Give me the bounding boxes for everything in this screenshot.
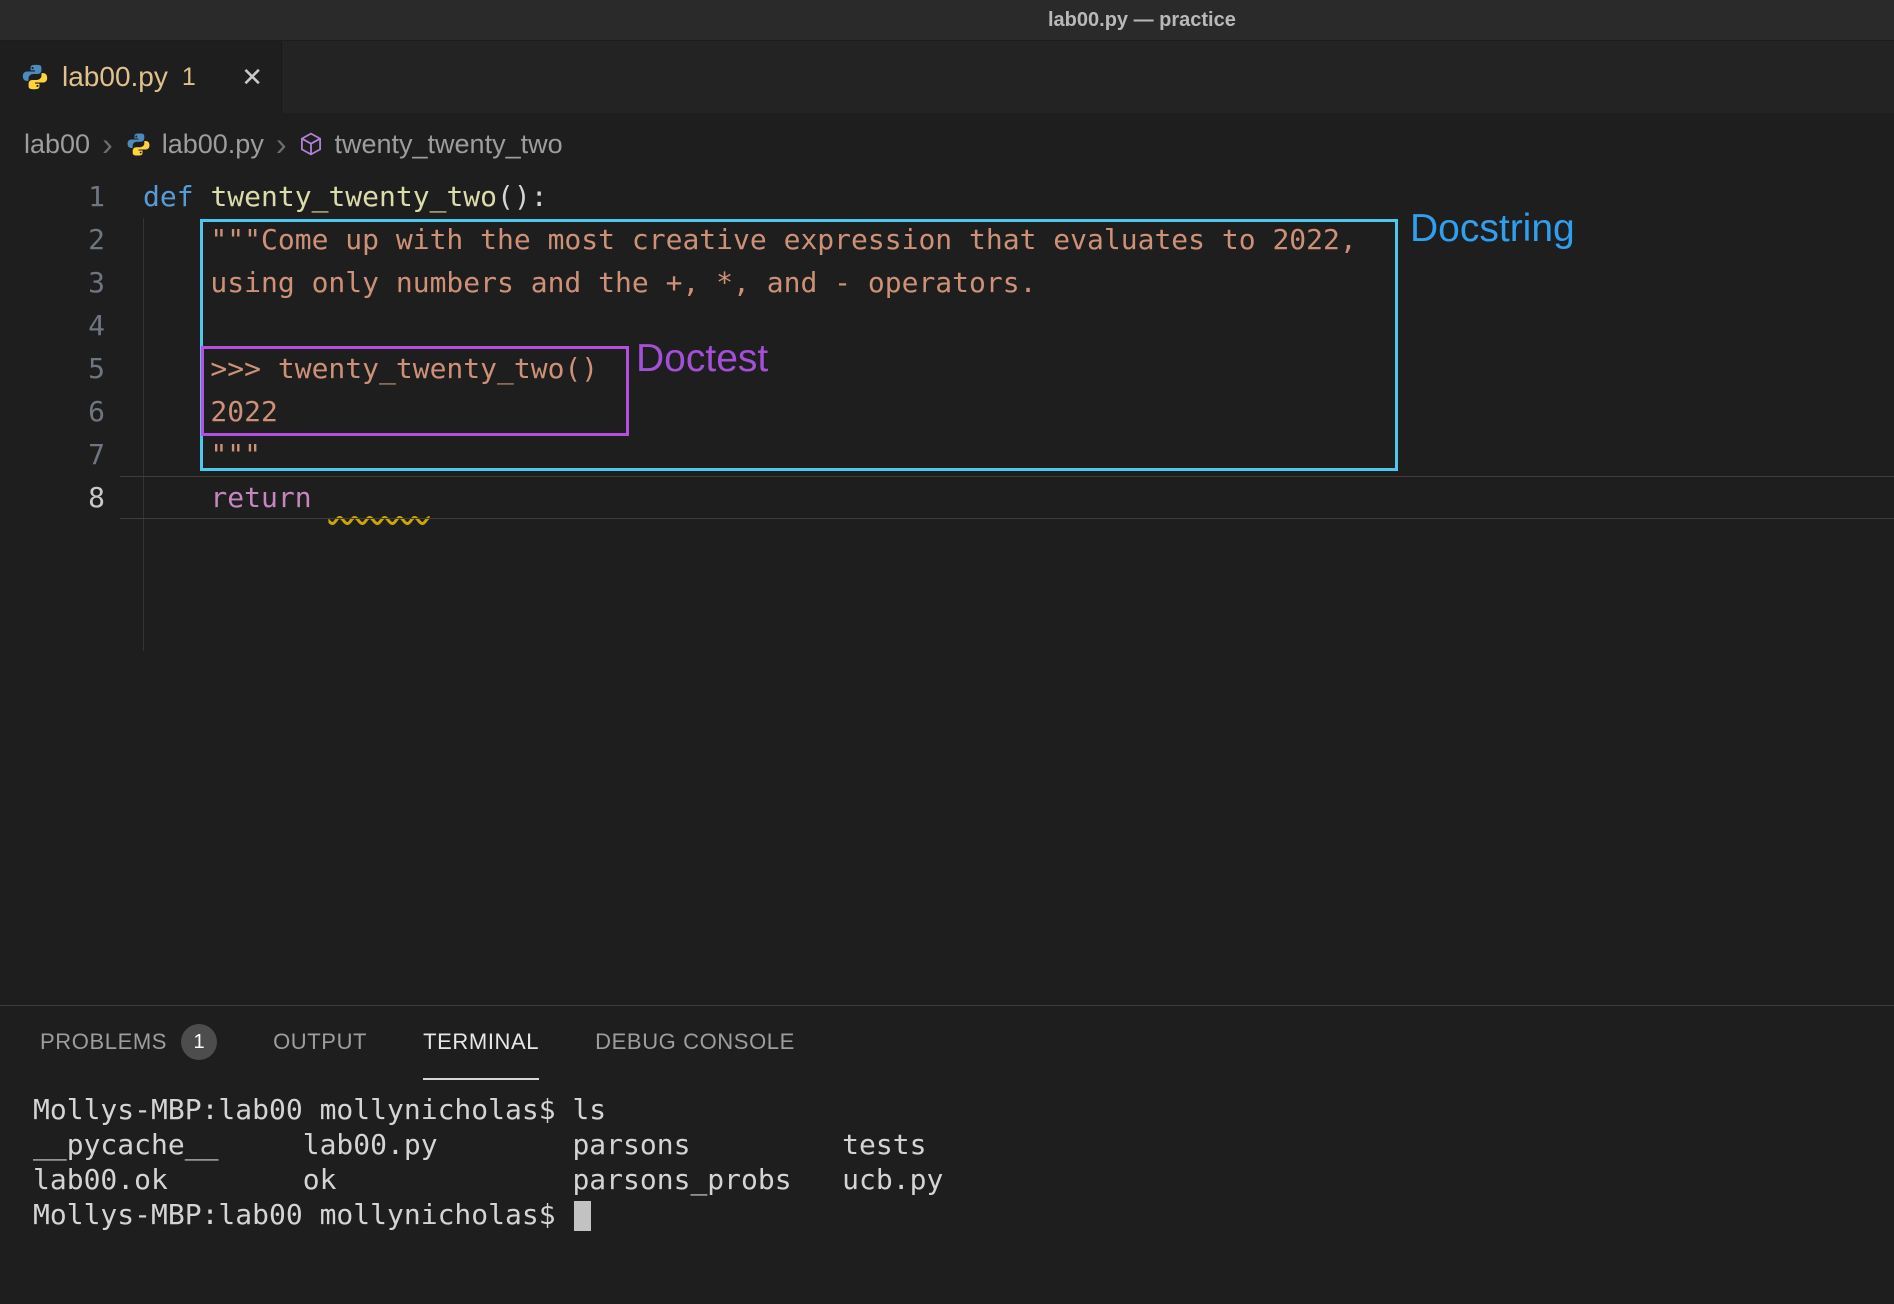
close-icon[interactable]: ✕ — [241, 62, 263, 93]
terminal-line: Mollys-MBP:lab00 mollynicholas$ — [33, 1197, 1894, 1232]
chevron-right-icon: › — [276, 128, 287, 160]
code-text — [105, 304, 143, 347]
python-icon — [20, 62, 50, 92]
code-token: twenty_twenty_two — [210, 180, 497, 213]
line-number: 4 — [0, 304, 105, 347]
code-text: """Come up with the most creative expres… — [105, 218, 1357, 261]
breadcrumb-item-lab00[interactable]: lab00 — [24, 129, 90, 160]
panel-tab-label: DEBUG CONSOLE — [595, 1029, 795, 1055]
line-number: 8 — [0, 476, 105, 519]
code-line-5[interactable]: 5 >>> twenty_twenty_two() — [0, 347, 1894, 390]
line-number: 3 — [0, 261, 105, 304]
line-number: 2 — [0, 218, 105, 261]
code-line-8[interactable]: 8 return — [0, 476, 1894, 519]
code-token: using only numbers and the +, *, and - o… — [143, 266, 1036, 299]
problems-count-badge: 1 — [181, 1024, 217, 1060]
breadcrumb-item-function[interactable]: twenty_twenty_two — [334, 129, 562, 160]
line-number: 1 — [0, 175, 105, 218]
line-number: 7 — [0, 433, 105, 476]
code-text: def twenty_twenty_two(): — [105, 175, 548, 218]
code-line-4[interactable]: 4 — [0, 304, 1894, 347]
panel-tab-label: PROBLEMS — [40, 1029, 167, 1055]
code-token: >>> twenty_twenty_two() — [143, 352, 598, 385]
code-line-6[interactable]: 6 2022 — [0, 390, 1894, 433]
doctest-annotation-label: Doctest — [636, 337, 768, 381]
title-bar: lab00.py — practice — [0, 0, 1894, 41]
warning-squiggle — [328, 481, 429, 514]
panel-tab-problems[interactable]: PROBLEMS 1 — [40, 1006, 217, 1080]
code-line-2[interactable]: 2 """Come up with the most creative expr… — [0, 218, 1894, 261]
window-title: lab00.py — practice — [1048, 0, 1236, 41]
code-text: return — [105, 476, 430, 519]
code-text: 2022 — [105, 390, 278, 433]
chevron-right-icon: › — [102, 128, 113, 160]
panel-tab-label: OUTPUT — [273, 1029, 367, 1055]
tab-label: lab00.py — [62, 61, 168, 93]
code-text: using only numbers and the +, *, and - o… — [105, 261, 1036, 304]
panel-tab-label: TERMINAL — [423, 1029, 539, 1055]
code-token: 2022 — [143, 395, 278, 428]
code-text: """ — [105, 433, 261, 476]
tab-bar: lab00.py 1 ✕ — [0, 41, 1894, 113]
terminal-line: lab00.ok ok parsons_probs ucb.py — [33, 1162, 1894, 1197]
panel-tab-output[interactable]: OUTPUT — [273, 1006, 367, 1080]
panel-tab-terminal[interactable]: TERMINAL — [423, 1006, 539, 1080]
terminal-line: __pycache__ lab00.py parsons tests — [33, 1127, 1894, 1162]
editor[interactable]: 1 def twenty_twenty_two(): 2 """Come up … — [0, 175, 1894, 1005]
terminal-line: Mollys-MBP:lab00 mollynicholas$ ls — [33, 1092, 1894, 1127]
line-number: 5 — [0, 347, 105, 390]
code-line-3[interactable]: 3 using only numbers and the +, *, and -… — [0, 261, 1894, 304]
bottom-panel: PROBLEMS 1 OUTPUT TERMINAL DEBUG CONSOLE… — [0, 1005, 1894, 1304]
terminal[interactable]: Mollys-MBP:lab00 mollynicholas$ ls __pyc… — [0, 1080, 1894, 1232]
code-token: """ — [143, 438, 261, 471]
code-token: """Come up with the most creative expres… — [143, 223, 1357, 256]
breadcrumb-item-lab00py[interactable]: lab00.py — [162, 129, 264, 160]
code-token: (): — [497, 180, 548, 213]
code-token: return — [143, 481, 328, 514]
panel-tab-bar: PROBLEMS 1 OUTPUT TERMINAL DEBUG CONSOLE — [0, 1006, 1894, 1080]
panel-tab-debug-console[interactable]: DEBUG CONSOLE — [595, 1006, 795, 1080]
code-text: >>> twenty_twenty_two() — [105, 347, 598, 390]
tab-lab00py[interactable]: lab00.py 1 ✕ — [0, 41, 282, 113]
python-icon — [125, 131, 152, 158]
symbol-cube-icon — [298, 131, 324, 157]
line-number: 6 — [0, 390, 105, 433]
code-line-7[interactable]: 7 """ — [0, 433, 1894, 476]
code-token: def — [143, 180, 210, 213]
terminal-cursor[interactable] — [574, 1201, 591, 1231]
docstring-annotation-label: Docstring — [1410, 207, 1575, 251]
tab-problems-badge: 1 — [182, 63, 196, 92]
breadcrumb: lab00 › lab00.py › twenty_twenty_two — [0, 113, 1894, 175]
code-line-1[interactable]: 1 def twenty_twenty_two(): — [0, 175, 1894, 218]
